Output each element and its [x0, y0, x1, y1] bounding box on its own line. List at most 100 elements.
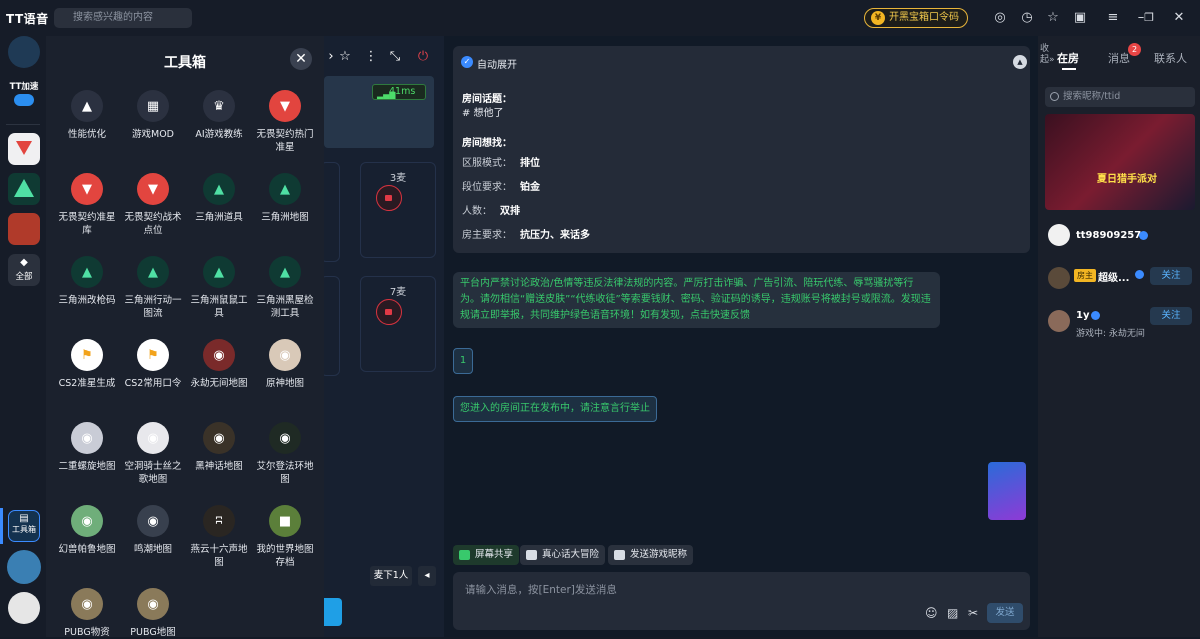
- info-row: 区服模式： 排位: [462, 154, 540, 169]
- tool-item[interactable]: ♛ AI游戏教练: [188, 90, 250, 141]
- topic-value: # 想他了: [462, 108, 504, 119]
- tab-in-room[interactable]: 在房: [1057, 50, 1079, 66]
- tool-item[interactable]: ◉ 永劫无间地图: [188, 339, 250, 390]
- nickname-card-icon: [614, 550, 625, 560]
- close-icon[interactable]: ✕: [1170, 9, 1188, 27]
- tool-item[interactable]: ◉ 鸣潮地图: [122, 505, 184, 556]
- member-status: 游戏中: 永劫无间: [1076, 329, 1145, 339]
- check-icon[interactable]: ✓: [461, 56, 473, 68]
- promo-banner[interactable]: [988, 462, 1026, 520]
- tool-item[interactable]: ▲ 三角洲黑屋检测工具: [254, 256, 316, 320]
- collapse-left-icon[interactable]: ◂: [418, 566, 436, 586]
- pubg-icon: ◉: [71, 588, 103, 620]
- tool-label: 我的世界地图存档: [256, 544, 314, 568]
- tool-item[interactable]: ʭ 燕云十六声地图: [188, 505, 250, 569]
- settings-icon[interactable]: ≡: [1104, 9, 1122, 27]
- delta-force-app-icon[interactable]: [8, 173, 40, 205]
- star-outline-icon[interactable]: ☆: [336, 48, 354, 66]
- tool-item[interactable]: ▲ 性能优化: [56, 90, 118, 141]
- close-icon[interactable]: ✕: [290, 48, 312, 70]
- pubg-icon: ◉: [137, 588, 169, 620]
- star-icon[interactable]: ☆: [1044, 9, 1062, 27]
- toolbox-button[interactable]: ▤ 工具箱: [8, 510, 40, 542]
- tool-item[interactable]: ◉ 幻兽帕鲁地图: [56, 505, 118, 556]
- tool-item[interactable]: ◉ 原神地图: [254, 339, 316, 390]
- more-icon[interactable]: ⋮: [362, 48, 380, 66]
- truth-dare-button[interactable]: 真心话大冒险: [520, 545, 606, 565]
- tool-label: PUBG物资: [64, 627, 110, 638]
- tool-item[interactable]: ◉ PUBG物资: [56, 588, 118, 639]
- auto-expand-toggle[interactable]: 自动展开: [477, 56, 517, 71]
- tool-item[interactable]: ▼ 无畏契约战术点位: [122, 173, 184, 237]
- tool-item[interactable]: ▼ 无畏契约准星库: [56, 173, 118, 237]
- follow-button[interactable]: 关注: [1150, 307, 1192, 325]
- tool-item[interactable]: ◉ 艾尔登法环地图: [254, 422, 316, 486]
- mic-queue-button[interactable]: 麦下1人: [370, 566, 412, 586]
- send-nickname-button[interactable]: 发送游戏昵称: [608, 545, 694, 565]
- power-icon[interactable]: ⏻: [414, 48, 432, 66]
- member-search-input[interactable]: 搜索昵称/ttid: [1045, 87, 1195, 107]
- tab-contacts[interactable]: 联系人: [1154, 50, 1187, 66]
- send-button[interactable]: 发送: [987, 603, 1023, 623]
- scissors-icon[interactable]: ✂: [968, 606, 978, 620]
- mic-slot-label: 3麦: [389, 173, 407, 184]
- voice-avatar[interactable]: [7, 550, 41, 584]
- tool-item[interactable]: ⚑ CS2常用口令: [122, 339, 184, 390]
- tool-item[interactable]: ▲ 三角洲行动一图流: [122, 256, 184, 320]
- tool-item[interactable]: ■ 我的世界地图存档: [254, 505, 316, 569]
- shrink-icon[interactable]: ⤡: [386, 48, 404, 66]
- tool-label: 三角洲鼠鼠工具: [190, 295, 248, 319]
- message-composer[interactable]: 请输入消息，按[Enter]发送消息 ☺ ▨ ✂ 发送: [453, 572, 1030, 630]
- restore-icon[interactable]: ❐: [1140, 9, 1158, 27]
- tool-label: 三角洲道具: [195, 212, 243, 223]
- delta-force-icon: ▲: [269, 173, 301, 205]
- tool-item[interactable]: ◉ 空洞骑士丝之歌地图: [122, 422, 184, 486]
- tool-item[interactable]: ▲ 三角洲道具: [188, 173, 250, 224]
- tool-item[interactable]: ◉ 二重螺旋地图: [56, 422, 118, 473]
- clock-icon[interactable]: ◷: [1018, 9, 1036, 27]
- mic-slot-3[interactable]: 3麦: [360, 162, 436, 258]
- collapse-up-icon[interactable]: ▲: [1013, 55, 1027, 69]
- valorant-icon: ▼: [71, 173, 103, 205]
- all-apps-button[interactable]: ◆ 全部: [8, 254, 40, 286]
- tool-item[interactable]: ◉ PUBG地图: [122, 588, 184, 639]
- tool-label: 幻兽帕鲁地图: [58, 544, 116, 555]
- target-icon[interactable]: ◎: [991, 9, 1009, 27]
- avatar[interactable]: [1048, 224, 1070, 246]
- follow-button[interactable]: 关注: [1150, 267, 1192, 285]
- banner-text: 夏日猎手派对: [1097, 174, 1157, 185]
- tt-accel-app[interactable]: TT加速: [7, 82, 41, 106]
- tool-label: 性能优化: [67, 129, 106, 140]
- tool-item[interactable]: ▦ 游戏MOD: [122, 90, 184, 141]
- tool-item[interactable]: ⚑ CS2准星生成: [56, 339, 118, 390]
- game-app-icon[interactable]: [8, 213, 40, 245]
- tool-label: 原神地图: [265, 378, 304, 389]
- tool-item[interactable]: ▼ 无畏契约热门准星: [254, 90, 316, 154]
- info-row: 人数： 双排: [462, 202, 520, 217]
- search-input[interactable]: 搜索感兴趣的内容: [54, 8, 192, 28]
- user-avatar[interactable]: [8, 592, 40, 624]
- collapse-panel-button[interactable]: 收起»: [1040, 44, 1055, 66]
- tool-item[interactable]: ◉ 黑神话地图: [188, 422, 250, 473]
- mic-slot-7[interactable]: 7麦: [360, 276, 436, 372]
- tool-item[interactable]: ▲ 三角洲改枪码: [56, 256, 118, 307]
- info-key: 区服模式：: [462, 158, 512, 169]
- elden-ring-icon: ◉: [269, 422, 301, 454]
- treasure-code-button[interactable]: ¥ 开黑宝箱口令码: [864, 8, 968, 28]
- event-banner[interactable]: 夏日猎手派对: [1045, 114, 1195, 210]
- tool-item[interactable]: ▲ 三角洲地图: [254, 173, 316, 224]
- valorant-app-icon[interactable]: [8, 133, 40, 165]
- tab-messages[interactable]: 消息: [1108, 50, 1130, 66]
- toolbox-title: 工具箱: [164, 55, 206, 71]
- avatar[interactable]: [1048, 310, 1070, 332]
- tool-item[interactable]: ▲ 三角洲鼠鼠工具: [188, 256, 250, 320]
- tt-home-icon[interactable]: [8, 36, 40, 68]
- image-icon[interactable]: ▨: [947, 606, 958, 620]
- profile-card-icon[interactable]: ▣: [1071, 9, 1089, 27]
- tool-label: 鸣潮地图: [133, 544, 172, 555]
- info-value: 双排: [500, 206, 520, 217]
- emoji-icon[interactable]: ☺: [925, 606, 938, 620]
- screen-share-button[interactable]: 屏幕共享: [453, 545, 520, 565]
- avatar[interactable]: [1048, 267, 1070, 289]
- mic-slot-label: 7麦: [389, 287, 407, 298]
